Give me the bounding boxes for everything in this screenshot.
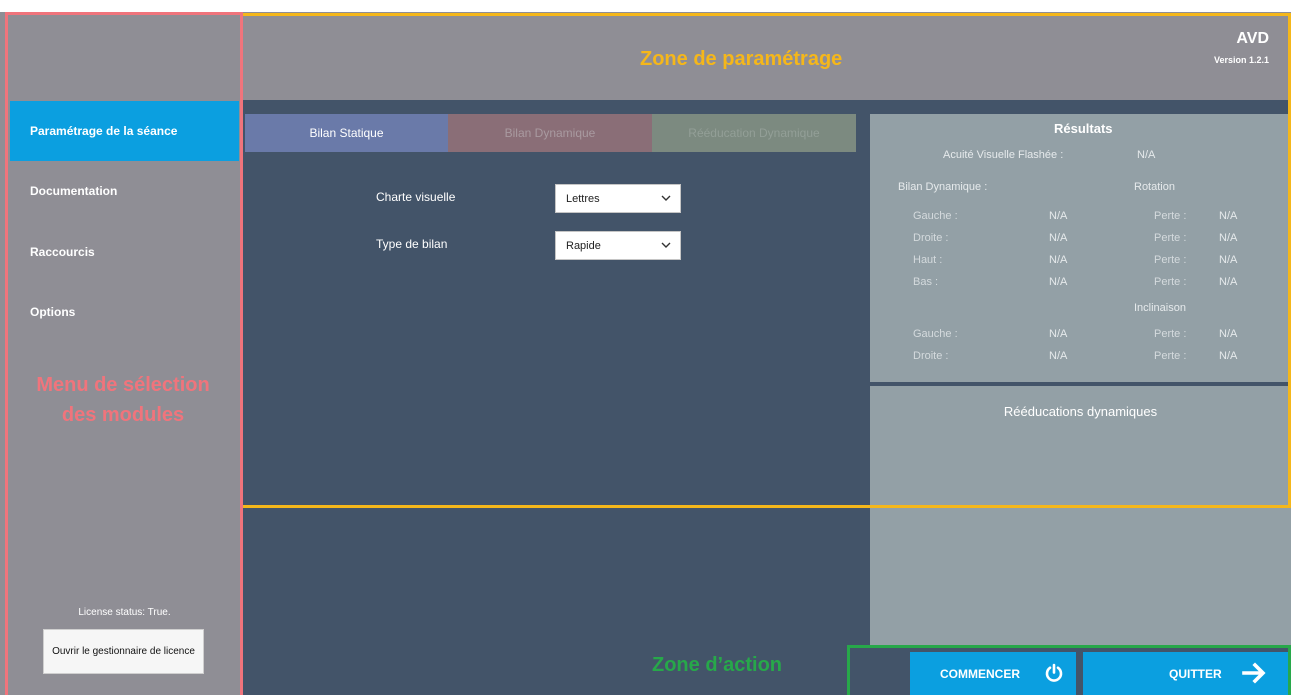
inclination-row-loss-value: N/A	[1219, 350, 1238, 362]
acuity-value: N/A	[1137, 149, 1156, 161]
license-manager-button[interactable]: Ouvrir le gestionnaire de licence	[43, 629, 204, 674]
rotation-row-loss-value: N/A	[1219, 232, 1238, 244]
sidebar: Paramétrage de la séance Documentation R…	[0, 12, 241, 695]
app-version: Version 1.2.1	[1213, 55, 1269, 65]
sidebar-item-options[interactable]: Options	[10, 282, 239, 342]
rotation-label: Rotation	[1134, 181, 1175, 193]
rotation-row-label: Gauche :	[913, 210, 958, 222]
rotation-row-value: N/A	[1049, 210, 1068, 222]
chart-select-value: Lettres	[566, 192, 600, 205]
results-panel: Résultats Acuité Visuelle Flashée : N/A …	[869, 100, 1291, 695]
rotation-row-value: N/A	[1049, 254, 1068, 266]
sidebar-item-documentation[interactable]: Documentation	[10, 161, 239, 221]
rotation-row-label: Haut :	[913, 254, 943, 266]
arrow-right-icon	[1242, 662, 1266, 684]
quit-button-label: QUITTER	[1169, 666, 1222, 681]
sidebar-item-label: Documentation	[30, 184, 118, 198]
quit-button[interactable]: QUITTER	[1083, 652, 1291, 695]
sidebar-item-label: Raccourcis	[30, 245, 95, 259]
rotation-row-label: Droite :	[913, 232, 949, 244]
rotation-row-loss-label: Perte :	[1154, 210, 1187, 222]
license-status: License status: True.	[78, 607, 171, 618]
rotation-row-loss-value: N/A	[1219, 254, 1238, 266]
sidebar-item-raccourcis[interactable]: Raccourcis	[10, 222, 239, 282]
chevron-down-icon	[661, 195, 671, 201]
inclination-row-label: Gauche :	[913, 328, 958, 340]
power-icon	[1045, 663, 1063, 682]
type-select-value: Rapide	[566, 239, 601, 252]
chart-select[interactable]: Lettres	[555, 184, 681, 213]
chart-label: Charte visuelle	[376, 190, 456, 204]
tab-reeducation-dynamique[interactable]: Rééducation Dynamique	[652, 114, 856, 152]
start-button[interactable]: COMMENCER	[910, 652, 1076, 695]
type-select[interactable]: Rapide	[555, 231, 681, 260]
header: AVD Version 1.2.1	[241, 12, 1291, 100]
results-summary: Résultats Acuité Visuelle Flashée : N/A …	[870, 114, 1291, 382]
rotation-row-loss-label: Perte :	[1154, 254, 1187, 266]
rotation-row-loss-label: Perte :	[1154, 276, 1187, 288]
rotation-row-label: Bas :	[913, 276, 939, 288]
rotation-row-value: N/A	[1049, 232, 1068, 244]
inclination-row-value: N/A	[1049, 328, 1068, 340]
sidebar-item-label: Paramétrage de la séance	[30, 124, 178, 138]
rotation-row-loss-value: N/A	[1219, 276, 1238, 288]
reeducations-panel: Rééducations dynamiques	[870, 386, 1291, 646]
start-button-label: COMMENCER	[940, 666, 1020, 681]
inclination-label: Inclinaison	[1134, 302, 1186, 314]
reeducations-title: Rééducations dynamiques	[1003, 404, 1158, 419]
dynamic-label: Bilan Dynamique :	[898, 181, 988, 193]
results-title: Résultats	[1054, 121, 1113, 136]
chevron-down-icon	[661, 242, 671, 248]
rotation-row-value: N/A	[1049, 276, 1068, 288]
type-label: Type de bilan	[376, 237, 448, 251]
sidebar-item-label: Options	[30, 305, 76, 319]
inclination-row-label: Droite :	[913, 350, 949, 362]
app-title: AVD	[1236, 30, 1269, 47]
inclination-row-loss-label: Perte :	[1154, 328, 1187, 340]
inclination-row-loss-value: N/A	[1219, 328, 1238, 340]
acuity-label: Acuité Visuelle Flashée :	[943, 149, 1064, 161]
inclination-row-value: N/A	[1049, 350, 1068, 362]
tab-bilan-statique[interactable]: Bilan Statique	[245, 114, 448, 152]
main-panel: Bilan Statique Bilan Dynamique Rééducati…	[241, 100, 869, 695]
sidebar-item-parametrage[interactable]: Paramétrage de la séance	[10, 101, 239, 161]
rotation-row-loss-label: Perte :	[1154, 232, 1187, 244]
inclination-row-loss-label: Perte :	[1154, 350, 1187, 362]
rotation-row-loss-value: N/A	[1219, 210, 1238, 222]
tab-bilan-dynamique[interactable]: Bilan Dynamique	[448, 114, 652, 152]
